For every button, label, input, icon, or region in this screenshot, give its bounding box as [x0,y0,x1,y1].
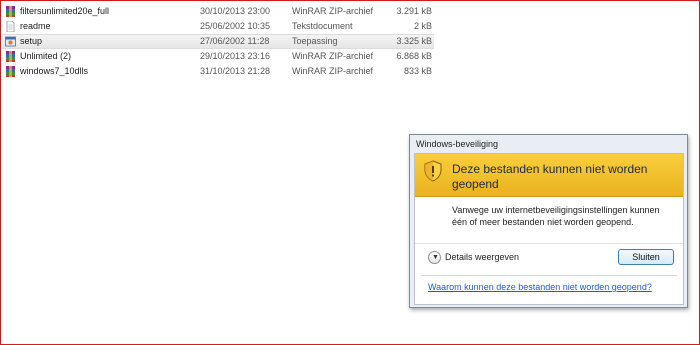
security-dialog: Windows-beveiliging Deze bestanden kunne… [409,134,688,308]
file-row[interactable]: Unlimited (2) 29/10/2013 23:16 WinRAR ZI… [0,49,440,64]
dialog-divider [415,243,683,244]
help-link[interactable]: Waarom kunnen deze bestanden niet worden… [428,282,652,292]
file-date: 27/06/2002 11:28 [200,36,270,46]
file-size: 3.325 kB [396,36,432,46]
file-row[interactable]: windows7_10dlls 31/10/2013 21:28 WinRAR … [0,64,440,79]
file-type: Toepassing [292,36,338,46]
text-document-icon [6,21,15,32]
file-size: 2 kB [413,21,432,31]
dialog-heading: Deze bestanden kunnen niet worden geopen… [452,162,648,191]
file-size: 3.291 kB [396,6,432,16]
file-type: WinRAR ZIP-archief [292,6,374,16]
file-name: readme [20,21,51,31]
file-row-selected[interactable]: setup 27/06/2002 11:28 Toepassing 3.325 … [2,34,434,49]
file-type: Tekstdocument [292,21,353,31]
warning-shield-icon [424,160,442,182]
file-name: Unlimited (2) [20,51,72,61]
winrar-archive-icon [6,6,15,17]
dialog-message: Vanwege uw internetbeveiligingsinstellin… [452,205,660,227]
file-date: 31/10/2013 21:28 [200,66,271,76]
file-name: windows7_10dlls [20,66,89,76]
file-size: 833 kB [403,66,432,76]
file-list: filtersunlimited20e_full 30/10/2013 23:0… [0,4,440,79]
file-date: 25/06/2002 10:35 [200,21,271,31]
file-date: 29/10/2013 23:16 [200,51,271,61]
details-label[interactable]: Details weergeven [445,252,519,262]
file-name: setup [20,36,43,46]
application-icon [5,36,16,47]
dialog-warning-banner: Deze bestanden kunnen niet worden geopen… [415,154,683,197]
dialog-title: Windows-beveiliging [416,139,499,149]
file-date: 30/10/2013 23:00 [200,6,271,16]
file-type: WinRAR ZIP-archief [292,51,374,61]
close-button[interactable]: Sluiten [618,249,674,265]
dialog-divider [421,275,677,276]
file-row[interactable]: readme 25/06/2002 10:35 Tekstdocument 2 … [0,19,440,34]
file-size: 6.868 kB [396,51,432,61]
winrar-archive-icon [6,51,15,62]
file-type: WinRAR ZIP-archief [292,66,374,76]
file-name: filtersunlimited20e_full [20,6,110,16]
dialog-content: Deze bestanden kunnen niet worden geopen… [414,153,684,305]
winrar-archive-icon [6,66,15,77]
chevron-down-icon[interactable]: ▼ [428,251,441,264]
file-row[interactable]: filtersunlimited20e_full 30/10/2013 23:0… [0,4,440,19]
